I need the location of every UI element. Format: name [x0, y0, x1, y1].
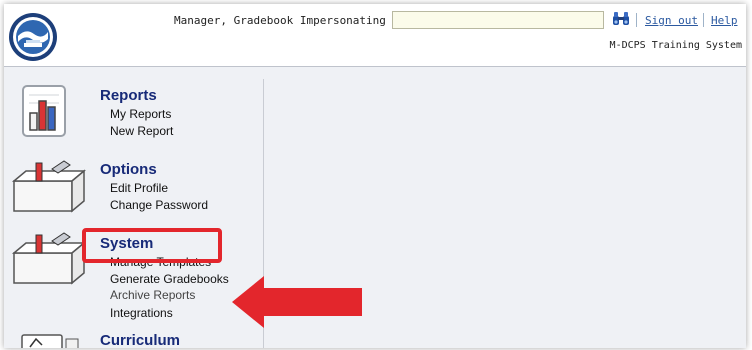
binoculars-search-icon[interactable] — [612, 11, 630, 27]
red-arrow-annotation — [232, 276, 362, 328]
help-link[interactable]: Help — [711, 14, 738, 27]
link-archive-reports[interactable]: Archive Reports — [110, 288, 195, 302]
separator — [636, 13, 637, 27]
link-integrations[interactable]: Integrations — [110, 306, 173, 320]
toolbox-icon — [11, 160, 86, 213]
content-area: Reports My Reports New Report Options Ed… — [4, 67, 746, 348]
separator — [703, 13, 704, 27]
link-edit-profile[interactable]: Edit Profile — [110, 181, 168, 195]
section-title-reports[interactable]: Reports — [100, 87, 157, 104]
impersonation-status: Manager, Gradebook Impersonating — [174, 14, 386, 27]
school-district-logo — [9, 13, 57, 61]
link-generate-gradebooks[interactable]: Generate Gradebooks — [110, 272, 229, 286]
highlight-box — [82, 228, 222, 263]
sidebar-menu: Reports My Reports New Report Options Ed… — [4, 67, 262, 348]
sign-out-link[interactable]: Sign out — [645, 14, 698, 27]
link-my-reports[interactable]: My Reports — [110, 107, 171, 121]
app-window: Manager, Gradebook Impersonating Sign ou… — [4, 4, 746, 348]
notebook-icon — [21, 334, 79, 348]
section-title-options[interactable]: Options — [100, 161, 157, 178]
link-change-password[interactable]: Change Password — [110, 198, 208, 212]
system-name: M-DCPS Training System — [609, 40, 742, 51]
section-title-curriculum[interactable]: Curriculum — [100, 332, 180, 348]
header-bar: Manager, Gradebook Impersonating Sign ou… — [4, 4, 746, 67]
toolbox-icon — [11, 232, 86, 285]
link-new-report[interactable]: New Report — [110, 124, 173, 138]
search-input[interactable] — [392, 11, 604, 29]
bar-chart-icon — [22, 85, 66, 137]
